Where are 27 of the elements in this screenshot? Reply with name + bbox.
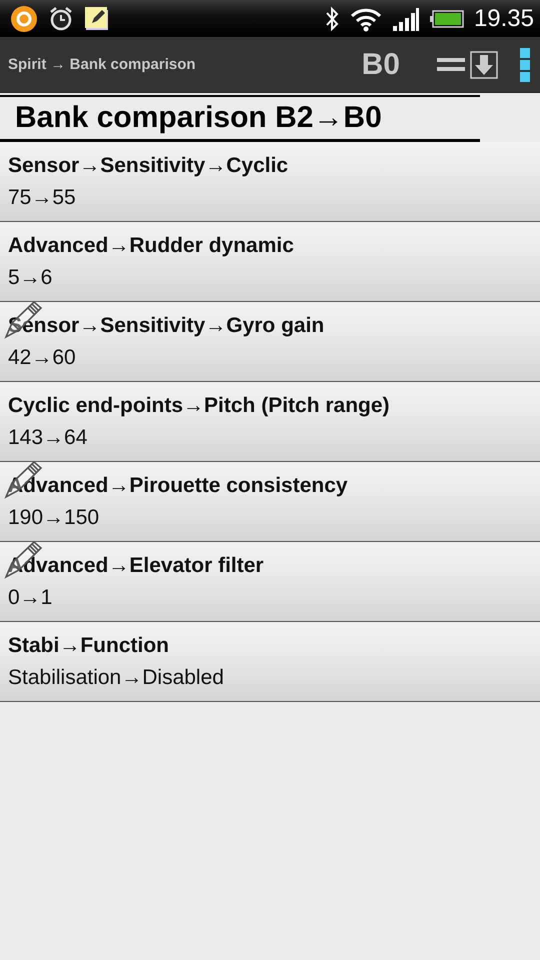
page-heading: Bank comparison B2→B0 (14, 101, 382, 135)
parameter-value: 143→64 (8, 426, 88, 450)
breadcrumb-title: Spirit → Bank comparison (8, 56, 197, 73)
overflow-menu-icon[interactable] (518, 46, 532, 82)
battery-icon (430, 10, 464, 28)
comparison-row[interactable]: Stabi→Function Stabilisation→Disabled (0, 622, 540, 702)
alarm-clock-icon (48, 4, 74, 32)
signal-icon (392, 6, 420, 32)
parameter-value: 0→1 (8, 586, 54, 610)
download-icon[interactable] (470, 50, 498, 78)
parameter-value: 5→6 (8, 266, 54, 290)
parameter-title: Stabi→Function (8, 634, 170, 658)
notes-icon (84, 6, 110, 32)
parameter-value: Stabilisation→Disabled (8, 666, 225, 690)
parameter-value: 42→60 (8, 346, 77, 370)
bank-label: B0 (362, 48, 400, 82)
clock-time: 19.35 (474, 4, 534, 32)
app-circle-icon (10, 4, 38, 32)
parameter-title: Sensor→Sensitivity→Cyclic (8, 154, 290, 178)
comparison-row[interactable]: Advanced→Rudder dynamic 5→6 (0, 222, 540, 302)
comparison-row[interactable]: Cyclic end-points→Pitch (Pitch range) 143→64 (0, 382, 540, 462)
comparison-row[interactable]: Sensor→Sensitivity→Cyclic 75→55 (0, 142, 540, 222)
parameter-value: 190→150 (8, 506, 100, 530)
bluetooth-icon (324, 4, 340, 32)
parameter-title: Cyclic end-points→Pitch (Pitch range) (8, 394, 391, 418)
parameter-title: Advanced→Rudder dynamic (8, 234, 295, 258)
parameter-value: 75→55 (8, 186, 77, 210)
